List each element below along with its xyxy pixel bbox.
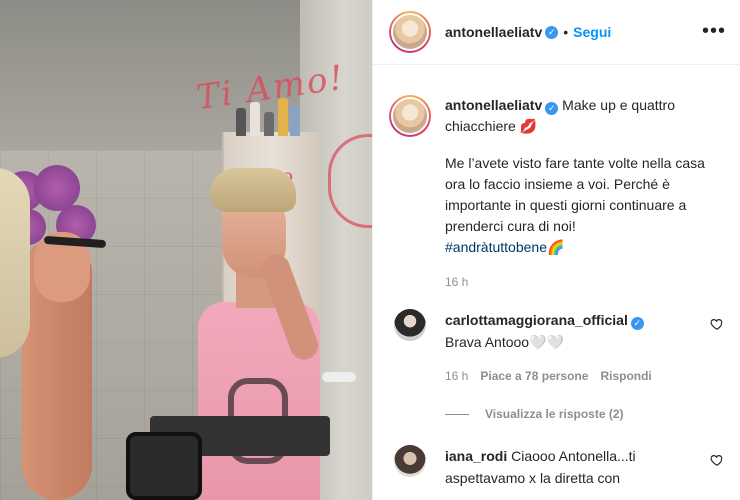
author-avatar[interactable] xyxy=(389,11,431,53)
commenter-username[interactable]: iana_rodi xyxy=(445,448,507,464)
reply-button[interactable]: Rispondi xyxy=(600,365,651,387)
commenter-avatar[interactable] xyxy=(394,309,426,341)
replies-line xyxy=(445,413,469,415)
comment: carlottamaggiorana_official ✓ Brava Antoo… xyxy=(389,309,724,387)
commenter-avatar[interactable] xyxy=(394,445,426,477)
faucet xyxy=(322,372,356,382)
comment-text: Brava Antooo🤍🤍 xyxy=(445,334,564,350)
caption-username[interactable]: antonellaeliatv xyxy=(445,97,542,113)
author-username[interactable]: antonellaeliatv xyxy=(445,24,542,40)
commenter-username[interactable]: carlottamaggiorana_official xyxy=(445,312,628,328)
comments-section: antonellaeliatv ✓ Make up e quattro chiac… xyxy=(373,65,740,489)
phone-stand xyxy=(126,432,202,500)
caption-hashtag[interactable]: #andràtuttobene🌈 xyxy=(445,239,564,255)
instagram-post: Ti Amo! Pietro antonella xyxy=(0,0,740,500)
comment: iana_rodi Ciaooo Antonella...ti aspettav… xyxy=(389,445,724,489)
like-heart-icon[interactable] xyxy=(710,317,724,331)
separator-dot: • xyxy=(563,24,569,40)
follow-button[interactable]: Segui xyxy=(573,24,611,40)
post-side-panel: antonellaeliatv ✓ • Segui ••• antonellae… xyxy=(372,0,740,500)
view-replies-button[interactable]: Visualizza le risposte (2) xyxy=(445,407,724,421)
post-caption: antonellaeliatv ✓ Make up e quattro chiac… xyxy=(389,65,724,293)
comment-timestamp[interactable]: 16 h xyxy=(445,365,468,387)
verified-badge-icon: ✓ xyxy=(630,317,644,330)
verified-badge-icon: ✓ xyxy=(545,102,559,115)
caption-timestamp[interactable]: 16 h xyxy=(445,272,717,293)
like-heart-icon[interactable] xyxy=(710,453,724,467)
post-header: antonellaeliatv ✓ • Segui ••• xyxy=(373,0,740,65)
foreground-head xyxy=(0,168,30,358)
more-options-icon[interactable]: ••• xyxy=(702,20,726,43)
verified-badge-icon: ✓ xyxy=(545,25,559,39)
post-photo[interactable]: Ti Amo! Pietro xyxy=(0,0,372,500)
caption-author-avatar[interactable] xyxy=(389,95,431,137)
view-replies-label: Visualizza le risposte (2) xyxy=(485,407,624,421)
comment-meta: 16 h Piace a 78 persone Rispondi xyxy=(445,365,697,387)
caption-text: Me l’avete visto fare tante volte nella … xyxy=(445,155,705,234)
comment-likes[interactable]: Piace a 78 persone xyxy=(480,365,588,387)
